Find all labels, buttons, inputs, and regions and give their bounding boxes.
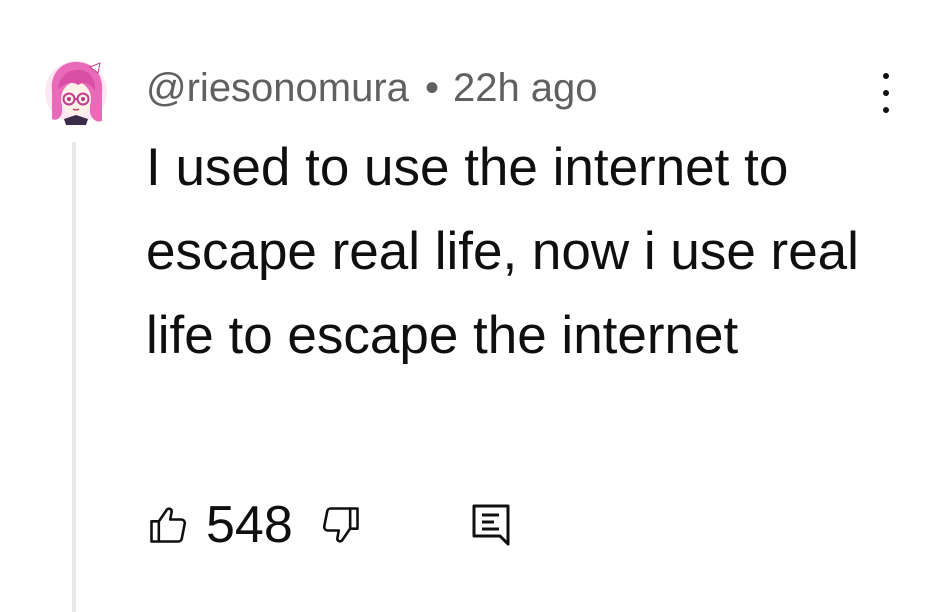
dislike-button[interactable] — [319, 503, 363, 547]
more-vert-icon — [883, 73, 889, 79]
thread-line — [72, 142, 76, 612]
avatar[interactable] — [44, 57, 108, 127]
more-options-button[interactable] — [868, 70, 904, 116]
avatar-image — [45, 61, 107, 125]
comment-text: I used to use the internet to escape rea… — [146, 138, 859, 365]
thumbs-down-icon — [322, 507, 359, 543]
comment-actions: 548 — [146, 495, 513, 555]
like-count: 548 — [206, 496, 293, 554]
comment-reply-icon — [472, 504, 510, 546]
comment-card: @riesonomura • 22h ago I used to use the i… — [0, 0, 940, 612]
author-name[interactable]: @riesonomura — [146, 66, 409, 110]
separator-dot: • — [424, 66, 439, 110]
more-vert-icon-dot — [883, 107, 889, 113]
thumbs-up-icon — [150, 507, 187, 543]
comment-header: @riesonomura • 22h ago — [146, 62, 598, 114]
more-vert-icon-dot — [883, 90, 889, 96]
timestamp[interactable]: 22h ago — [453, 66, 598, 110]
reply-button[interactable] — [469, 501, 513, 549]
like-button[interactable] — [146, 503, 190, 547]
